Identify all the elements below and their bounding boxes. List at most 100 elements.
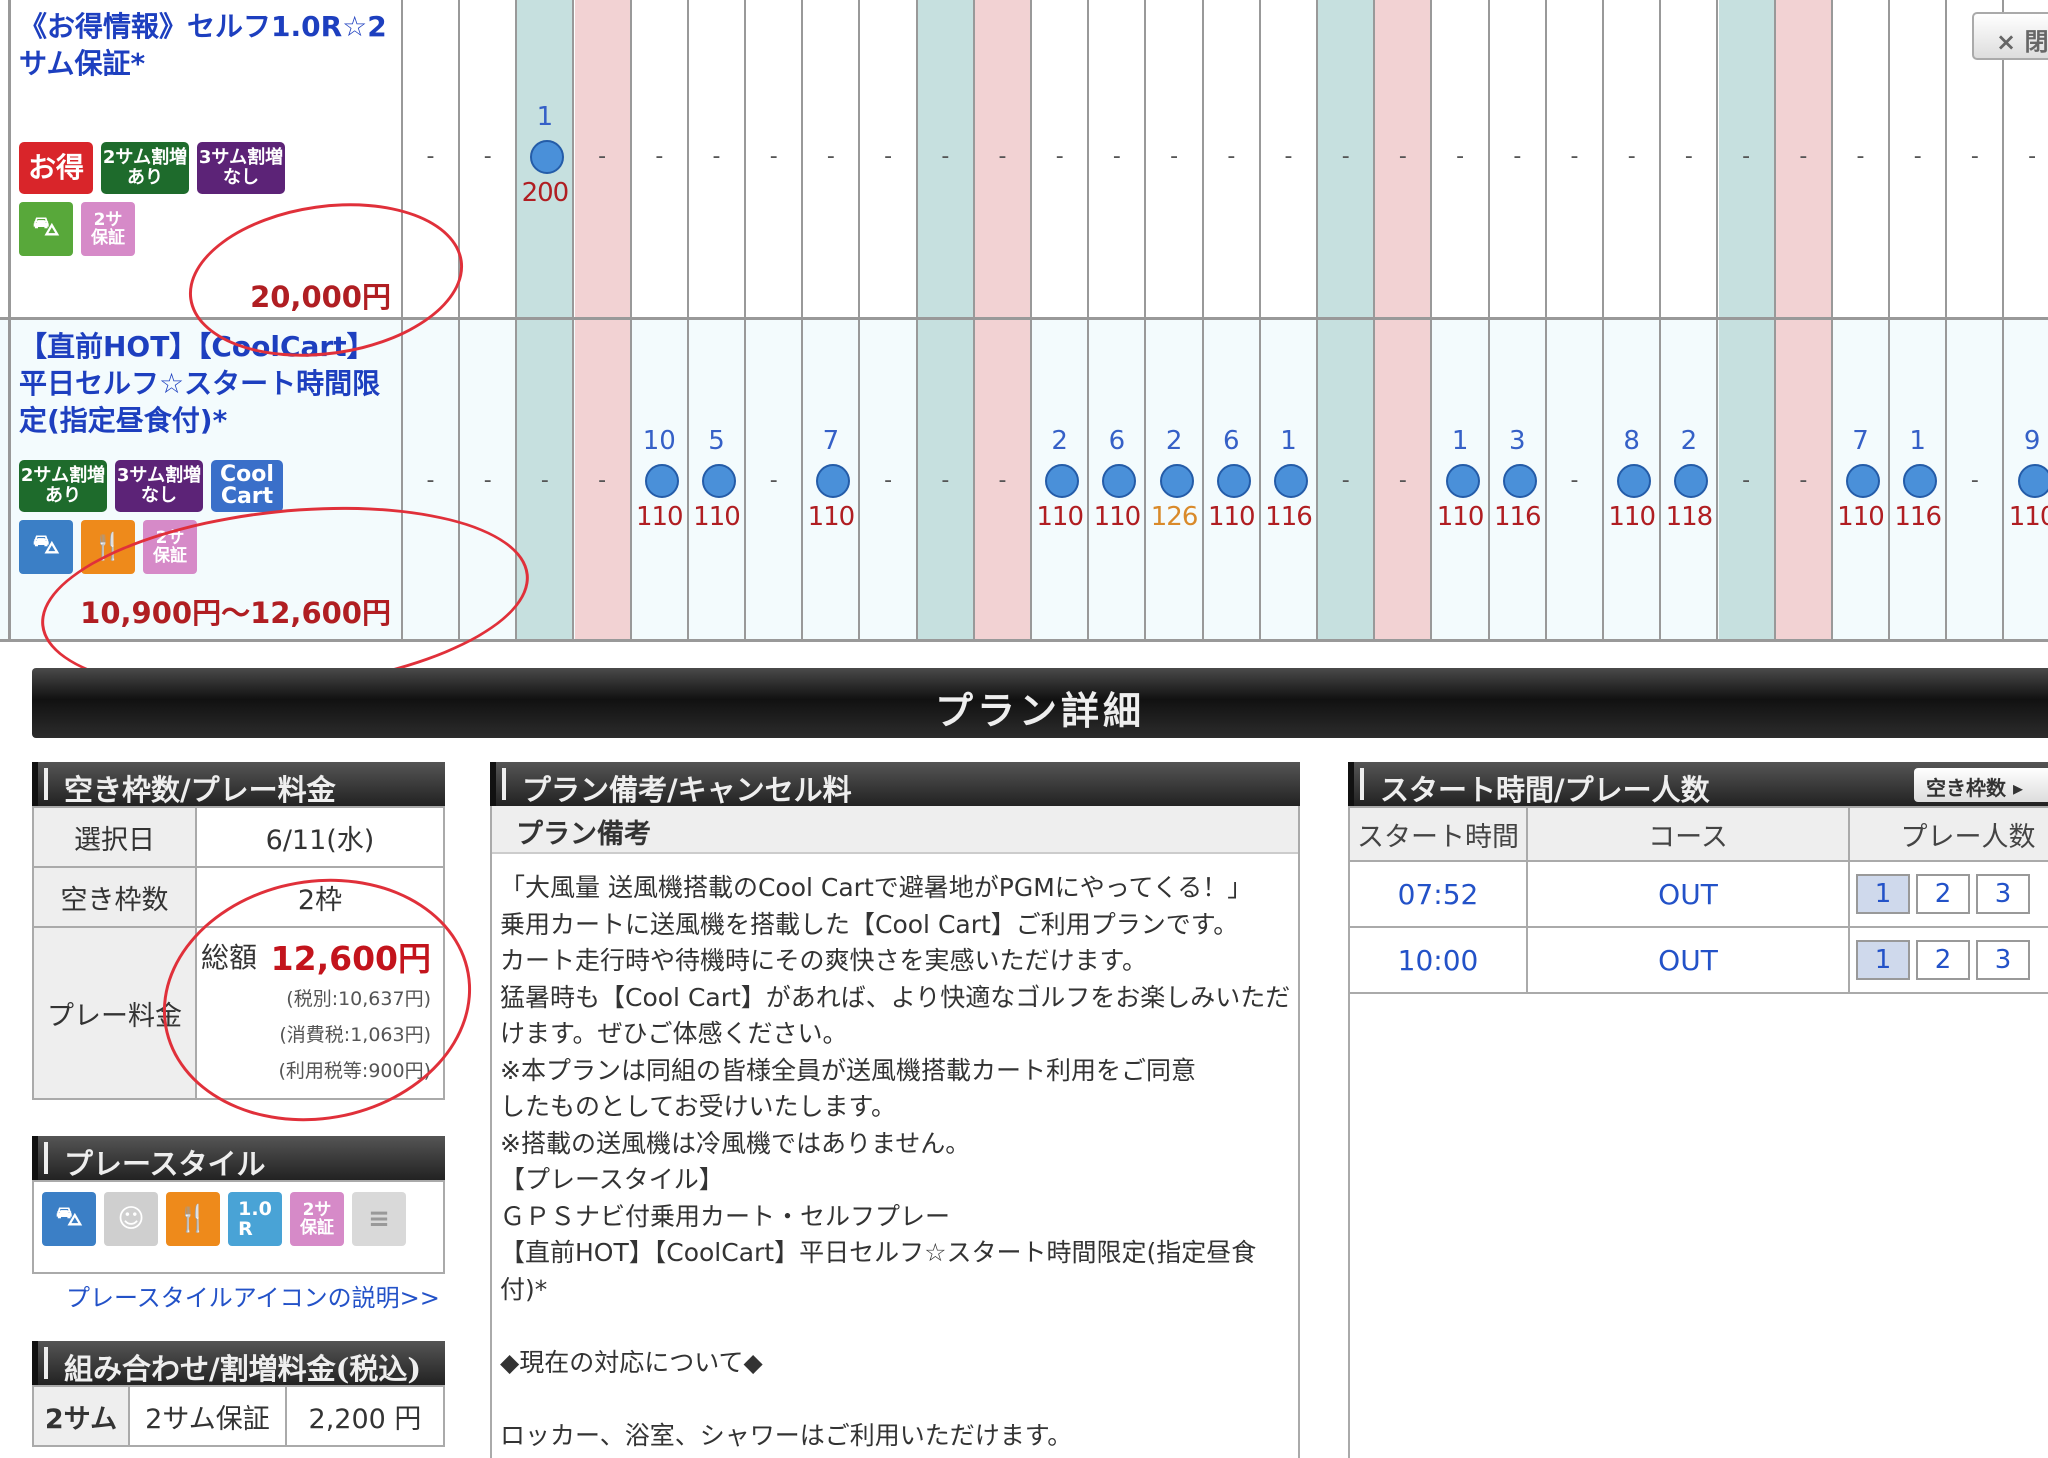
combo-table: 2サム 2サム保証 2,200 円	[32, 1385, 445, 1447]
slot-cell[interactable]: 3 116	[1490, 320, 1547, 639]
slot-cell[interactable]: 2 110	[1032, 320, 1090, 639]
slot-cell: -	[746, 320, 804, 639]
col-start-time: スタート時間	[1348, 806, 1528, 862]
available-dot-icon[interactable]	[1903, 464, 1938, 498]
slot-cell[interactable]: 2 126	[1147, 320, 1204, 639]
available-dot-icon[interactable]	[702, 464, 736, 498]
available-dot-icon[interactable]	[1102, 464, 1137, 498]
available-dot-icon[interactable]	[1159, 464, 1194, 498]
slot-dash: -	[1341, 144, 1350, 169]
slot-dash: -	[540, 468, 549, 493]
slot-dash: -	[1456, 144, 1465, 169]
slot-price: 110	[1093, 502, 1142, 532]
slot-cell: -	[1661, 0, 1719, 317]
start-time-table: スタート時間 コース プレー人数 07:52 OUT 123 10:00 OUT…	[1348, 806, 2048, 994]
slot-dash: -	[998, 144, 1007, 169]
slot-cell[interactable]: 9 110	[2005, 320, 2048, 639]
3sam-noextra-badge: 3サム割増なし	[197, 142, 285, 194]
available-dot-icon[interactable]	[1502, 464, 1537, 498]
available-dot-icon[interactable]	[1846, 464, 1880, 498]
slot-dash: -	[998, 468, 1007, 493]
slot-price: 118	[1665, 502, 1714, 532]
plan-title-link[interactable]: 《お得情報》セルフ1.0R☆2サム保証*	[19, 8, 395, 82]
slot-cell[interactable]: 1 116	[1261, 320, 1318, 639]
slots-toggle-button[interactable]: 空き枠数 ▸	[1914, 768, 2048, 802]
slot-count: 7	[822, 426, 840, 456]
slot-cell: -	[917, 0, 975, 317]
slot-count: 8	[1623, 426, 1640, 456]
slot-dash: -	[483, 144, 492, 169]
slot-cell[interactable]: 7 110	[1833, 320, 1890, 639]
available-dot-icon[interactable]	[2017, 464, 2048, 498]
slot-dash: -	[1742, 468, 1751, 493]
slot-dash: -	[1627, 144, 1636, 169]
available-dot-icon[interactable]	[1274, 464, 1308, 498]
available-dot-icon[interactable]	[1617, 464, 1652, 498]
available-dot-icon[interactable]	[1216, 464, 1251, 498]
slot-dash: -	[769, 468, 778, 493]
player-count-1[interactable]: 1	[1856, 940, 1910, 980]
slot-dash: -	[1970, 468, 1979, 493]
selected-date: 6/11(水)	[195, 806, 445, 868]
slot-cell: -	[1433, 0, 1490, 317]
slot-cell: -	[861, 0, 918, 317]
slot-price: 116	[1493, 502, 1542, 532]
slot-dash: -	[1799, 468, 1808, 493]
start-time: 07:52	[1348, 860, 1528, 928]
close-button[interactable]: × 閉	[1972, 12, 2048, 60]
2sam-extra-badge: 2サム割増あり	[19, 460, 107, 512]
available-dot-icon[interactable]	[530, 140, 565, 174]
available-dot-icon[interactable]	[1445, 464, 1480, 498]
player-count-3[interactable]: 3	[1976, 940, 2030, 980]
combo-type: 2サム	[32, 1385, 130, 1447]
start-time: 10:00	[1348, 926, 1528, 994]
slot-cell[interactable]: 7 110	[803, 320, 861, 639]
slot-cell[interactable]: 1 110	[1433, 320, 1490, 639]
fee-section-title: 空き枠数/プレー料金	[32, 762, 445, 807]
slot-cell: -	[1775, 320, 1833, 639]
slot-cell[interactable]: 8 110	[1604, 320, 1662, 639]
slot-count: 1	[536, 102, 554, 132]
slot-price: 200	[521, 178, 570, 208]
remarks-text: 「大風量 送風機搭載のCool Cartで避暑地がPGMにやってくる！」 乗用カ…	[500, 873, 1291, 1450]
slot-dash: -	[1170, 144, 1179, 169]
slot-count: 6	[1108, 426, 1126, 456]
player-count-2[interactable]: 2	[1916, 874, 1970, 914]
slot-dash: -	[1913, 144, 1922, 169]
slot-price: 110	[1436, 502, 1485, 532]
slot-cell: -	[460, 0, 518, 317]
slot-cell: -	[574, 0, 632, 317]
slot-cell[interactable]: 10 110	[632, 320, 689, 639]
slot-dash: -	[1112, 144, 1121, 169]
plan-detail-header: プラン詳細	[32, 668, 2048, 738]
player-count-1[interactable]: 1	[1856, 874, 1910, 914]
slot-dash: -	[1684, 144, 1693, 169]
slot-dash: -	[2028, 144, 2037, 169]
slot-dash: -	[1055, 144, 1064, 169]
lunch-icon: 🍴	[166, 1192, 220, 1246]
cart-icon: ⛍	[42, 1192, 96, 1246]
slot-cell[interactable]: 5 110	[689, 320, 746, 639]
playstyle-help-link[interactable]: プレースタイルアイコンの説明>>	[66, 1278, 440, 1313]
available-dot-icon[interactable]	[816, 464, 851, 498]
player-count-2[interactable]: 2	[1916, 940, 1970, 980]
slot-cell: -	[1375, 0, 1433, 317]
slot-cell: -	[1547, 320, 1604, 639]
slot-count: 2	[1051, 426, 1068, 456]
otoku-badge: お得	[19, 142, 93, 194]
player-count-3[interactable]: 3	[1976, 874, 2030, 914]
slot-cell[interactable]: 1 200	[517, 0, 575, 317]
2sam-extra-badge: 2サム割増あり	[101, 142, 189, 194]
3sam-noextra-badge: 3サム割増なし	[115, 460, 203, 512]
slot-dash: -	[655, 144, 664, 169]
available-dot-icon[interactable]	[1674, 464, 1709, 498]
available-dot-icon[interactable]	[1045, 464, 1080, 498]
slot-cell[interactable]: 2 118	[1661, 320, 1719, 639]
slot-cell: -	[861, 320, 918, 639]
slot-cell[interactable]: 6 110	[1089, 320, 1147, 639]
slot-cell[interactable]: 6 110	[1204, 320, 1261, 639]
available-dot-icon[interactable]	[644, 464, 679, 498]
slot-price: 110	[1036, 502, 1084, 532]
slot-dash: -	[826, 144, 835, 169]
slot-cell[interactable]: 1 116	[1890, 320, 1948, 639]
